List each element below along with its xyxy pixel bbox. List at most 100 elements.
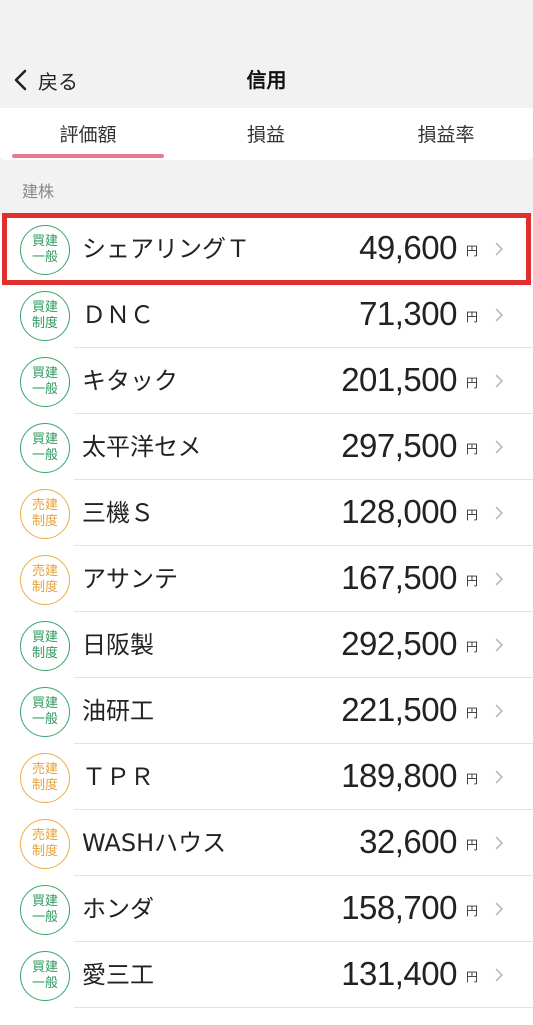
currency-unit: 円	[466, 838, 479, 852]
currency-unit: 円	[466, 904, 479, 918]
stock-name: 太平洋セメ	[82, 433, 202, 461]
valuation-amount: 297,500	[341, 427, 457, 464]
position-type-badge: 売建 制度	[20, 555, 70, 605]
position-type-badge: 買建 一般	[20, 423, 70, 473]
position-type-badge: 売建 制度	[20, 753, 70, 803]
chevron-right-icon	[495, 572, 504, 586]
chevron-right-icon	[495, 770, 504, 784]
badge-text: 買建	[31, 960, 58, 975]
tab-valuation[interactable]: 評価額	[12, 108, 164, 160]
badge-text: 買建	[31, 432, 58, 447]
stock-name: アサンテ	[82, 565, 178, 593]
chevron-right-icon	[495, 440, 504, 454]
navigation-bar: 戻る 信用	[0, 0, 533, 108]
list-item[interactable]: 買建 一般 キタック 201,500 円	[0, 348, 533, 414]
position-type-badge: 買建 制度	[20, 291, 70, 341]
currency-unit: 円	[466, 310, 479, 324]
tab-profit-loss[interactable]: 損益	[190, 108, 342, 160]
currency-unit: 円	[466, 508, 479, 522]
badge-text: 一般	[31, 250, 58, 265]
stock-name: 日阪製	[82, 631, 154, 659]
badge-text: 一般	[31, 976, 58, 991]
list-item[interactable]: 買建 一般 愛三工 131,400 円	[0, 942, 533, 1008]
badge-text: 制度	[31, 844, 58, 859]
badge-text: 制度	[31, 778, 58, 793]
stock-name: WASHハウス	[82, 829, 227, 857]
badge-text: 買建	[31, 696, 58, 711]
badge-text: 買建	[31, 300, 58, 315]
list-item[interactable]: 売建 制度 ＴＰＲ 189,800 円	[0, 744, 533, 810]
position-type-badge: 買建 一般	[20, 357, 70, 407]
stock-name: キタック	[82, 367, 178, 395]
badge-text: 売建	[31, 828, 58, 843]
valuation-amount: 167,500	[341, 559, 457, 596]
chevron-right-icon	[495, 242, 504, 256]
chevron-right-icon	[495, 704, 504, 718]
chevron-right-icon	[495, 902, 504, 916]
badge-text: 売建	[31, 498, 58, 513]
valuation-amount: 158,700	[341, 889, 457, 926]
currency-unit: 円	[466, 640, 479, 654]
badge-text: 買建	[31, 234, 58, 249]
chevron-right-icon	[495, 836, 504, 850]
list-item[interactable]: 買建 一般 油研工 221,500 円	[0, 678, 533, 744]
chevron-right-icon	[495, 374, 504, 388]
list-item[interactable]: 売建 制度 三機Ｓ 128,000 円	[0, 480, 533, 546]
valuation-amount: 201,500	[341, 361, 457, 398]
position-type-badge: 買建 一般	[20, 951, 70, 1001]
position-type-badge: 売建 制度	[20, 489, 70, 539]
currency-unit: 円	[466, 970, 479, 984]
tab-profit-loss-rate[interactable]: 損益率	[368, 108, 524, 160]
position-type-badge: 買建 制度	[20, 621, 70, 671]
section-label: 建株	[22, 182, 55, 201]
badge-text: 制度	[31, 580, 58, 595]
badge-text: 制度	[31, 316, 58, 331]
badge-text: 売建	[31, 762, 58, 777]
stock-name: 油研工	[82, 697, 154, 725]
list-item[interactable]: 売建 制度 WASHハウス 32,600 円	[0, 810, 533, 876]
badge-text: 買建	[31, 894, 58, 909]
chevron-right-icon	[495, 308, 504, 322]
stock-name: ＤＮＣ	[82, 301, 154, 329]
position-type-badge: 売建 制度	[20, 819, 70, 869]
position-type-badge: 買建 一般	[20, 225, 70, 275]
list-item[interactable]: 売建 制度 アサンテ 167,500 円	[0, 546, 533, 612]
stock-name: 愛三工	[82, 961, 154, 989]
position-type-badge: 買建 一般	[20, 885, 70, 935]
badge-text: 制度	[31, 646, 58, 661]
currency-unit: 円	[466, 376, 479, 390]
row-divider	[74, 1007, 533, 1008]
badge-text: 一般	[31, 712, 58, 727]
badge-text: 一般	[31, 448, 58, 463]
position-list: 買建 一般 シェアリングＴ 49,600 円買建 制度 ＤＮＣ 71,300 円買建 一般 キタック…	[0, 216, 533, 1025]
chevron-right-icon	[495, 968, 504, 982]
currency-unit: 円	[466, 772, 479, 786]
chevron-right-icon	[495, 638, 504, 652]
list-item[interactable]: 買建 制度 ＤＮＣ 71,300 円	[0, 282, 533, 348]
list-item[interactable]: 買建 一般 ホンダ 158,700 円	[0, 876, 533, 942]
list-item[interactable]: 買建 一般 太平洋セメ 297,500 円	[0, 414, 533, 480]
badge-text: 一般	[31, 382, 58, 397]
list-item[interactable]: 買建 制度 日阪製 292,500 円	[0, 612, 533, 678]
valuation-amount: 49,600	[359, 229, 457, 266]
valuation-amount: 131,400	[341, 955, 457, 992]
badge-text: 買建	[31, 366, 58, 381]
badge-text: 売建	[31, 564, 58, 579]
valuation-amount: 128,000	[341, 493, 457, 530]
valuation-amount: 71,300	[359, 295, 457, 332]
valuation-amount: 32,600	[359, 823, 457, 860]
currency-unit: 円	[466, 574, 479, 588]
currency-unit: 円	[466, 244, 479, 258]
list-item[interactable]: 買建 一般 シェアリングＴ 49,600 円	[0, 216, 533, 282]
stock-name: ホンダ	[82, 895, 154, 923]
badge-text: 買建	[31, 630, 58, 645]
chevron-right-icon	[495, 506, 504, 520]
stock-name: シェアリングＴ	[82, 235, 250, 263]
position-type-badge: 買建 一般	[20, 687, 70, 737]
valuation-amount: 221,500	[341, 691, 457, 728]
valuation-amount: 189,800	[341, 757, 457, 794]
currency-unit: 円	[466, 706, 479, 720]
active-tab-indicator	[12, 154, 164, 158]
page-title: 信用	[246, 68, 287, 92]
tab-bar: 評価額 損益 損益率	[0, 108, 533, 160]
